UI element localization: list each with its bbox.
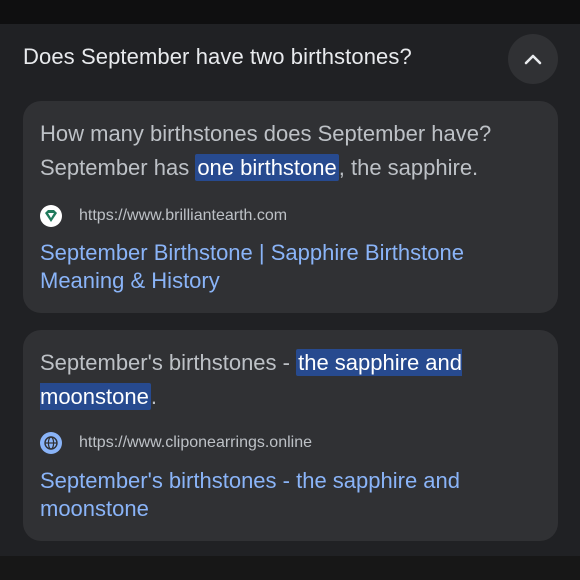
snippet-text: . bbox=[150, 384, 157, 409]
result-url: https://www.cliponearrings.online bbox=[79, 434, 313, 451]
snippet-text: September's birthstones - bbox=[40, 350, 297, 375]
result-source[interactable]: https://www.cliponearrings.online bbox=[40, 432, 312, 454]
brilliant-earth-logo-icon bbox=[40, 205, 62, 227]
result-title-link[interactable]: September's birthstones - the sapphire a… bbox=[40, 467, 538, 523]
chevron-up-icon bbox=[523, 52, 543, 66]
result-source[interactable]: https://www.brilliantearth.com bbox=[40, 205, 287, 227]
question-heading[interactable]: Does September have two birthstones? bbox=[23, 44, 412, 70]
result-snippet: How many birthstones does September have… bbox=[40, 117, 544, 185]
snippet-text: , the sapphire. bbox=[338, 155, 479, 180]
result-url: https://www.brilliantearth.com bbox=[79, 207, 288, 224]
snippet-highlight: one birthstone bbox=[195, 154, 339, 181]
result-title-link[interactable]: September Birthstone | Sapphire Birthsto… bbox=[40, 239, 538, 295]
result-snippet: September's birthstones - the sapphire a… bbox=[40, 346, 544, 414]
result-card: September's birthstones - the sapphire a… bbox=[23, 330, 558, 541]
result-card: How many birthstones does September have… bbox=[23, 101, 558, 313]
collapse-button[interactable] bbox=[508, 34, 558, 84]
bottom-divider bbox=[0, 556, 580, 580]
globe-icon bbox=[40, 432, 62, 454]
